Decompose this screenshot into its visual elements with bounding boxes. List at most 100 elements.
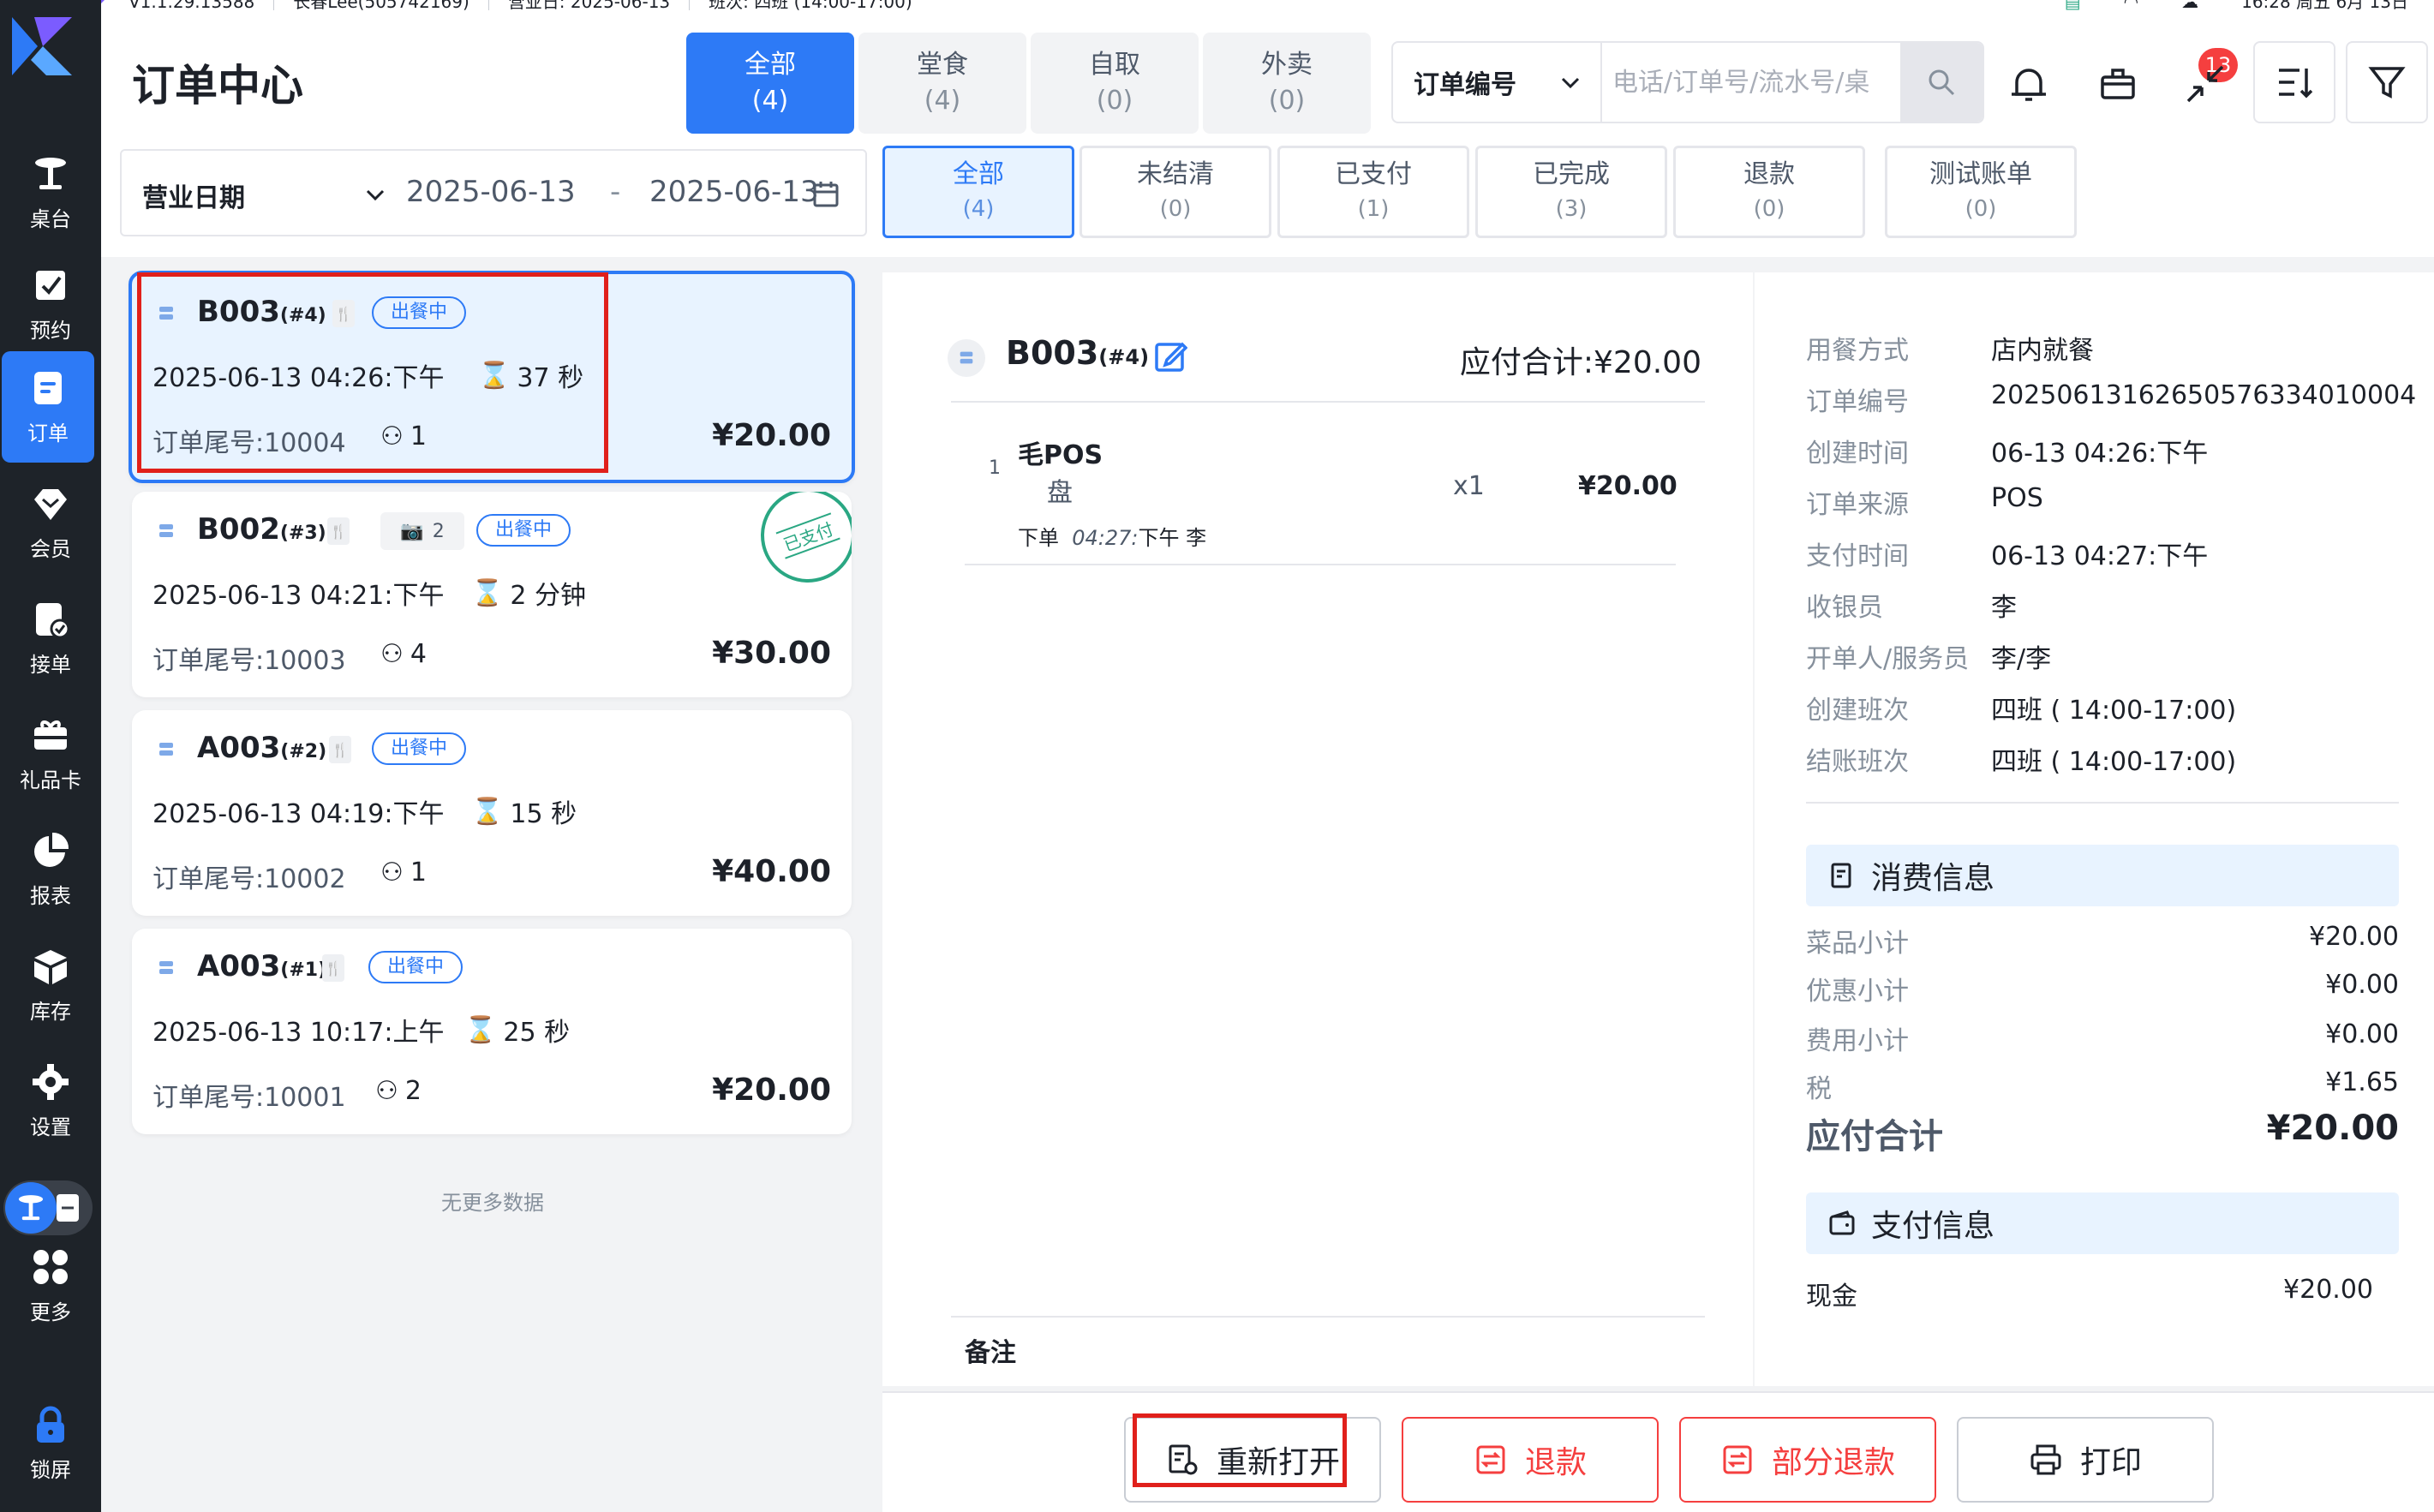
detail-order-code: B003(#4) [1006,334,1150,372]
sidebar-item-members[interactable]: 会员 [0,467,101,578]
print-button[interactable]: 打印 [1957,1417,2214,1503]
edit-icon[interactable] [1153,339,1187,374]
search-input[interactable] [1612,43,1887,122]
item-price: ¥20.00 [1578,471,1677,501]
paid-stamp: 已支付 [747,492,852,596]
calendar-icon[interactable] [812,180,840,209]
order-code: A003(#1) [197,949,327,983]
tab-count: (0) [1965,196,1997,222]
tab-count: (1) [1357,196,1390,222]
clock: 16:28 周五 6月 13日 [2241,0,2408,12]
button-label: 打印 [2079,1445,2142,1480]
guest-count: ⚇ 2 [375,1076,422,1106]
tab-pickup[interactable]: 自取 (0) [1031,33,1199,134]
sort-button[interactable] [2253,41,2335,123]
tab-label: 外卖 [1261,50,1313,80]
action-bar: 重新打开 退款 部分退款 打印 [882,1391,2434,1512]
sidebar-item-label: 接单 [30,652,71,677]
filter-button[interactable] [2346,41,2428,123]
search-field-label: 订单编号 [1414,70,1516,100]
calendar-check-icon [36,270,65,300]
tab-label: 堂食 [917,50,968,80]
delivery-box-icon [2101,69,2135,99]
tab-label: 自取 [1089,50,1140,80]
tab-status-unsettled[interactable]: 未结清 (0) [1079,146,1271,238]
tab-label: 全部 [745,50,796,80]
photo-count: 📷 2 [380,512,464,550]
tab-count: (4) [751,86,789,116]
diamond-icon [34,488,67,520]
start-date[interactable]: 2025-06-13 [406,175,576,209]
search-bar: 订单编号 [1391,41,1984,123]
fee-row: 费用小计 ¥0.00 [1806,1019,2399,1056]
order-datetime: 2025-06-13 04:21:下午 [152,581,445,611]
sort-icon [2279,69,2313,99]
sidebar-item-gift-cards[interactable]: 礼品卡 [0,698,101,810]
notification-button[interactable] [2005,60,2053,108]
order-timer: ⌛ 25 秒 [464,1014,571,1049]
page-title: 订单中心 [132,61,303,111]
order-timer: ⌛ 2 分钟 [471,577,586,612]
sidebar-item-reports[interactable]: 报表 [0,814,101,925]
table-icon [159,961,173,974]
order-card[interactable]: A003(#2) 🍴 出餐中 2025-06-13 04:19:下午 ⌛ 15 秒… [132,710,852,916]
tab-label: 全部 [953,159,1004,189]
sidebar-item-label: 会员 [30,536,71,561]
user-account: 长春Lee(505742169) [274,0,489,10]
tab-all-types[interactable]: 全部 (4) [686,33,854,134]
sidebar-item-settings[interactable]: 设置 [0,1045,101,1156]
fee-row: 优惠小计 ¥0.00 [1806,970,2399,1007]
tab-count: (0) [1096,86,1133,116]
grid-icon [33,1249,68,1284]
sidebar-item-tables[interactable]: 桌台 [0,137,101,248]
collapse-button[interactable] [2181,60,2229,108]
sidebar-item-lock[interactable]: 锁屏 [0,1388,101,1499]
fork-knife-icon: 🍴 [322,954,344,982]
search-button[interactable] [1900,43,1982,122]
date-separator: - [610,175,621,209]
tab-status-paid[interactable]: 已支付 (1) [1277,146,1469,238]
chevron-down-icon [1561,77,1580,89]
pie-chart-icon [34,832,69,867]
business-date-filter[interactable]: 营业日期 2025-06-13 - 2025-06-13 [120,149,867,236]
tab-delivery[interactable]: 外卖 (0) [1203,33,1371,134]
highlight-box [137,272,608,473]
wallet-icon [1829,1210,1855,1235]
tab-dine-in[interactable]: 堂食 (4) [858,33,1026,134]
accept-order-icon [36,602,70,638]
sidebar-item-more[interactable]: 更多 [0,1230,101,1342]
hourglass-icon: ⌛ [464,1014,497,1045]
sidebar-item-orders[interactable]: 订单 [2,351,94,463]
refund-button[interactable]: 退款 [1402,1417,1659,1503]
order-card[interactable]: A003(#1) 🍴 出餐中 2025-06-13 10:17:上午 ⌛ 25 秒… [132,929,852,1134]
search-field-select[interactable]: 订单编号 [1393,43,1602,122]
sidebar-item-label: 礼品卡 [20,768,81,792]
fork-knife-icon: 🍴 [329,736,351,763]
table-icon [948,339,985,377]
total-due-row: 应付合计 ¥20.00 [1806,1109,2399,1156]
tab-status-completed[interactable]: 已完成 (3) [1475,146,1667,238]
sidebar-item-inventory[interactable]: 库存 [0,929,101,1041]
order-price: ¥40.00 [712,854,831,889]
shift-info: 班次: 四班 (14:00-17:00) [709,0,912,12]
partial-refund-button[interactable]: 部分退款 [1679,1417,1936,1503]
tab-status-refund[interactable]: 退款 (0) [1673,146,1865,238]
sidebar-item-reservations[interactable]: 预约 [0,248,101,360]
sidebar-item-label: 设置 [30,1115,71,1139]
tab-status-test-bills[interactable]: 测试账单 (0) [1885,146,2077,238]
tab-count: (0) [1268,86,1306,116]
end-date[interactable]: 2025-06-13 [649,175,819,209]
business-day: 营业日: 2025-06-13 [489,0,691,10]
tab-status-all[interactable]: 全部 (4) [882,146,1074,238]
hourglass-icon: ⌛ [471,796,504,827]
sidebar-item-accept-orders[interactable]: 接单 [0,583,101,694]
date-filter-label: 营业日期 [142,183,245,213]
order-datetime: 2025-06-13 10:17:上午 [152,1018,445,1048]
order-card[interactable]: B002(#3) 🍴 📷 2 出餐中 已支付 2025-06-13 04:21:下… [132,492,852,697]
item-order-meta: 下单 04:27:下午 李 [1018,526,1207,550]
receipt-icon [1831,863,1851,888]
delivery-orders-button[interactable] [2094,60,2142,108]
app-logo-icon [12,17,72,75]
payment-section-header: 支付信息 [1806,1192,2399,1254]
tab-label: 未结清 [1137,159,1214,189]
